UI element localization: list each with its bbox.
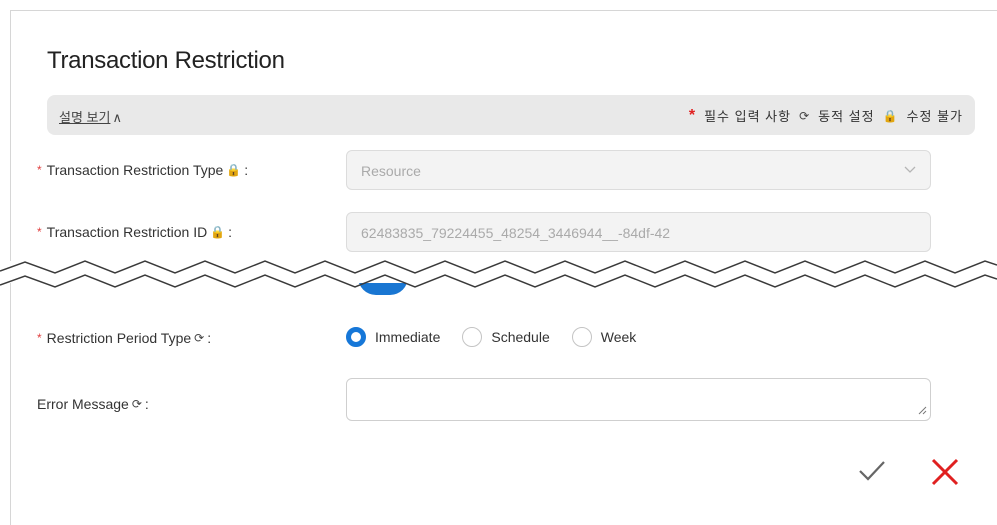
error-message-textarea[interactable] — [346, 378, 931, 421]
lock-icon: 🔒 — [226, 163, 242, 177]
lock-icon: 🔒 — [882, 108, 899, 123]
legend-readonly-label: 수정 불가 — [906, 109, 963, 124]
description-toggle-label: 설명 보기 — [59, 110, 111, 125]
refresh-icon: ⟳ — [799, 108, 811, 123]
period-label: * Restriction Period Type ⟳ : — [37, 330, 211, 346]
type-select-value: Resource — [361, 163, 421, 179]
error-label-text: Error Message — [37, 396, 129, 412]
required-star-icon: * — [37, 331, 42, 345]
id-field: 62483835_79224455_48254_3446944__-84df-4… — [346, 212, 931, 252]
confirm-button[interactable] — [858, 456, 886, 484]
radio-immediate-label: Immediate — [375, 329, 441, 345]
type-select[interactable]: Resource — [346, 150, 931, 190]
lock-icon: 🔒 — [210, 225, 226, 239]
radio-week[interactable]: Week — [571, 327, 637, 347]
radio-week-label: Week — [600, 329, 637, 345]
dialog-border-top — [10, 10, 997, 11]
period-radio-group: Immediate Schedule Week — [346, 327, 658, 347]
id-field-value: 62483835_79224455_48254_3446944__-84df-4… — [361, 225, 671, 241]
radio-schedule[interactable]: Schedule — [462, 327, 550, 347]
required-star-icon: * — [688, 106, 697, 124]
info-bar: 설명 보기 ∧ * 필수 입력 사항 ⟳ 동적 설정 🔒 수정 불가 — [47, 95, 975, 135]
type-label-colon: : — [244, 162, 249, 178]
close-icon — [931, 458, 959, 486]
check-icon — [859, 461, 885, 481]
legend-dynamic-label: 동적 설정 — [818, 109, 875, 124]
id-label-colon: : — [228, 224, 233, 240]
radio-unselected-icon[interactable] — [462, 327, 483, 347]
cut-divider — [0, 260, 997, 288]
required-star-icon: * — [37, 225, 42, 239]
legend-required-label: 필수 입력 사항 — [704, 109, 792, 124]
radio-unselected-icon[interactable] — [571, 327, 592, 347]
legend: * 필수 입력 사항 ⟳ 동적 설정 🔒 수정 불가 — [689, 106, 963, 125]
description-toggle[interactable]: 설명 보기 ∧ — [59, 107, 122, 126]
refresh-icon: ⟳ — [131, 397, 142, 411]
required-star-icon: * — [37, 163, 42, 177]
period-label-text: Restriction Period Type — [46, 330, 192, 346]
radio-selected-icon[interactable] — [346, 327, 366, 347]
radio-schedule-label: Schedule — [491, 329, 550, 345]
id-label-text: Transaction Restriction ID — [46, 224, 208, 240]
type-label: * Transaction Restriction Type 🔒 : — [37, 162, 248, 178]
id-label: * Transaction Restriction ID 🔒 : — [37, 224, 232, 240]
resize-handle-icon[interactable] — [918, 406, 927, 418]
error-label: Error Message ⟳ : — [37, 396, 149, 412]
type-label-text: Transaction Restriction Type — [46, 162, 224, 178]
dialog-title: Transaction Restriction — [47, 47, 285, 74]
cancel-button[interactable] — [929, 456, 961, 488]
error-label-colon: : — [144, 396, 149, 412]
radio-immediate[interactable]: Immediate — [346, 327, 440, 347]
period-label-colon: : — [207, 330, 212, 346]
chevron-down-icon — [904, 162, 916, 177]
refresh-icon: ⟳ — [194, 331, 205, 345]
chevron-up-icon: ∧ — [112, 110, 122, 125]
